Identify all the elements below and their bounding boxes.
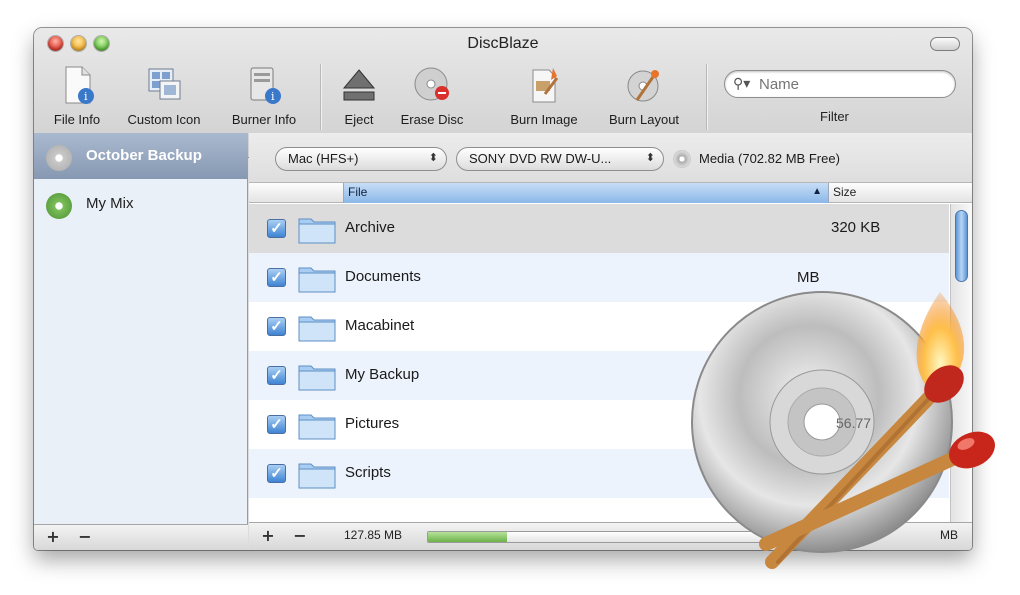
add-project-button[interactable]: + [40, 527, 66, 547]
folder-icon [298, 365, 336, 391]
media-disc-icon [673, 150, 691, 168]
eject-icon [342, 69, 376, 101]
sidebar: October Backup My Mix + − [34, 133, 248, 550]
sidebar-item-label: October Backup [86, 147, 202, 164]
folder-icon [298, 414, 336, 440]
file-name: My Backup [345, 366, 420, 383]
burn-image-icon [532, 68, 559, 103]
folder-icon [298, 267, 336, 293]
select-arrows-icon: ⬍ [428, 152, 438, 164]
include-checkbox[interactable]: ✓ [267, 464, 286, 483]
disc-options-bar: Mac (HFS+) ⬍ SONY DVD RW DW-U... ⬍ Media (… [249, 133, 972, 183]
search-input[interactable] [759, 75, 939, 93]
file-info-button[interactable]: i File Info [44, 64, 110, 130]
burn-layout-button[interactable]: Burn Layout [598, 64, 690, 130]
size-column-header[interactable]: Size [833, 185, 856, 199]
custom-icon-button[interactable]: Custom Icon [116, 64, 212, 130]
burner-info-button[interactable]: i Burner Info [222, 64, 306, 130]
folder-icon [298, 463, 336, 489]
sidebar-item-label: My Mix [86, 195, 134, 212]
sidebar-item-october-backup[interactable]: October Backup [34, 133, 248, 179]
format-select-value: Mac (HFS+) [288, 151, 359, 166]
sidebar-item-my-mix[interactable]: My Mix [34, 181, 248, 227]
svg-text:i: i [84, 90, 88, 103]
burn-layout-label: Burn Layout [608, 112, 680, 127]
select-arrows-icon: ⬍ [645, 152, 655, 164]
include-checkbox[interactable]: ✓ [267, 268, 286, 287]
add-file-button[interactable]: + [255, 526, 281, 546]
table-row[interactable]: ✓ Archive 320 KB [249, 204, 949, 253]
erase-disc-button[interactable]: Erase Disc [390, 64, 474, 130]
file-name: Scripts [345, 464, 391, 481]
used-space-label: 127.85 MB [344, 528, 403, 542]
file-info-icon: i [65, 66, 94, 104]
toolbar-toggle-button[interactable] [930, 37, 960, 51]
erase-disc-label: Erase Disc [400, 112, 464, 127]
folder-icon [298, 218, 336, 244]
sidebar-footer: + − [34, 524, 248, 550]
eject-button[interactable]: Eject [334, 64, 384, 130]
window-title: DiscBlaze [467, 35, 539, 52]
file-name: Macabinet [345, 317, 415, 334]
disc-label: 56.77 [836, 415, 871, 431]
drive-select[interactable]: SONY DVD RW DW-U... ⬍ [456, 147, 664, 171]
burn-image-button[interactable]: Burn Image [500, 64, 588, 130]
file-info-label: File Info [53, 112, 101, 127]
search-field[interactable]: ⚲▾ [724, 70, 956, 98]
search-icon: ⚲▾ [733, 76, 751, 92]
folder-icon [298, 316, 336, 342]
drive-select-value: SONY DVD RW DW-U... [469, 151, 612, 166]
filter-label: Filter [820, 109, 849, 124]
disc-icon [46, 145, 72, 171]
include-checkbox[interactable]: ✓ [267, 415, 286, 434]
burner-info-label: Burner Info [231, 112, 297, 127]
music-disc-icon [46, 193, 72, 219]
file-name: Archive [345, 219, 396, 236]
remove-file-button[interactable]: − [287, 526, 313, 546]
svg-text:i: i [271, 90, 275, 103]
file-column-label: File [348, 185, 368, 199]
disc-usage-fill [428, 532, 508, 542]
sort-ascending-icon: ▲ [812, 186, 822, 197]
custom-icon-label: Custom Icon [127, 112, 201, 127]
file-name: Pictures [345, 415, 400, 432]
toolbar-separator [320, 64, 321, 130]
custom-icon-icon [148, 68, 181, 100]
remove-project-button[interactable]: − [72, 527, 98, 547]
burn-image-label: Burn Image [510, 112, 578, 127]
include-checkbox[interactable]: ✓ [267, 366, 286, 385]
include-checkbox[interactable]: ✓ [267, 317, 286, 336]
toolbar-separator [706, 64, 707, 130]
include-checkbox[interactable]: ✓ [267, 219, 286, 238]
eject-label: Eject [344, 112, 374, 127]
burner-info-icon: i [250, 67, 281, 104]
erase-disc-icon [414, 67, 449, 101]
format-select[interactable]: Mac (HFS+) ⬍ [275, 147, 447, 171]
media-free-space: Media (702.82 MB Free) [699, 151, 840, 166]
file-column-header[interactable]: File ▲ [343, 183, 829, 203]
file-name: Documents [345, 268, 421, 285]
discblaze-logo: 56.77 [691, 291, 995, 569]
burn-layout-icon [627, 70, 659, 102]
file-size: 320 KB [831, 219, 881, 236]
table-header: File ▲ Size [249, 183, 972, 203]
